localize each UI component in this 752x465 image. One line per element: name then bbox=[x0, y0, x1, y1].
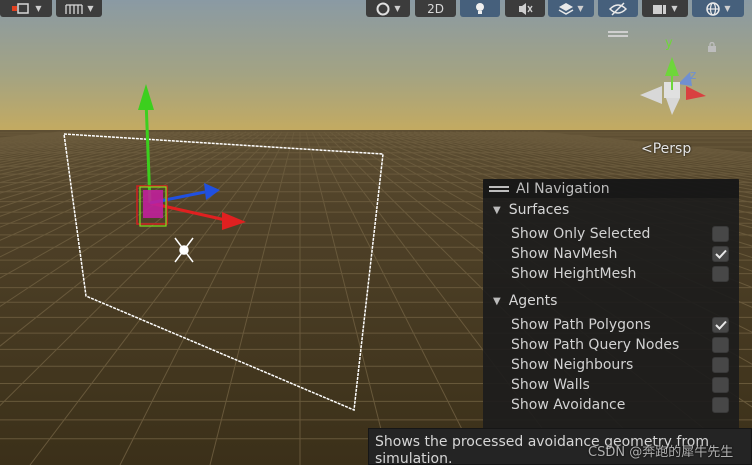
watermark: CSDN @奔跑的犀牛先生 bbox=[588, 445, 734, 460]
option-label: Show Path Polygons bbox=[511, 317, 651, 333]
checkbox[interactable] bbox=[712, 246, 729, 262]
option-show-avoidance[interactable]: Show Avoidance bbox=[511, 395, 731, 415]
checkbox[interactable] bbox=[712, 377, 729, 393]
section-agents: ▼ Agents bbox=[483, 291, 739, 311]
option-label: Show Avoidance bbox=[511, 397, 626, 413]
overlay-header[interactable]: AI Navigation bbox=[483, 179, 739, 198]
hidden-objects-toggle-button[interactable] bbox=[598, 0, 638, 17]
shading-mode-button[interactable]: ▼ bbox=[366, 0, 410, 17]
mode-2d-label: 2D bbox=[427, 1, 444, 16]
gizmos-button[interactable]: ▼ bbox=[692, 0, 744, 17]
option-label: Show HeightMesh bbox=[511, 266, 637, 282]
checkbox[interactable] bbox=[712, 266, 729, 282]
checkbox[interactable] bbox=[712, 226, 729, 242]
magnet-icon bbox=[12, 2, 30, 14]
checkbox[interactable] bbox=[712, 317, 729, 333]
globe-icon bbox=[706, 1, 721, 16]
option-label: Show Neighbours bbox=[511, 357, 634, 373]
checkmark-icon bbox=[714, 249, 727, 259]
option-label: Show NavMesh bbox=[511, 246, 618, 262]
shading-icon bbox=[376, 2, 390, 15]
checkbox[interactable] bbox=[712, 397, 729, 413]
checkbox[interactable] bbox=[712, 357, 729, 373]
triangle-down-icon: ▼ bbox=[493, 295, 501, 307]
effects-button[interactable]: ▼ bbox=[548, 0, 594, 17]
section-header-agents[interactable]: ▼ Agents bbox=[483, 291, 739, 311]
mute-icon bbox=[519, 2, 533, 15]
chevron-down-icon: ▼ bbox=[87, 4, 94, 13]
camera-button[interactable]: ▼ bbox=[642, 0, 688, 17]
audio-toggle-button[interactable] bbox=[505, 0, 545, 17]
lighting-toggle-button[interactable] bbox=[460, 0, 500, 17]
chevron-down-icon: ▼ bbox=[724, 4, 731, 13]
triangle-down-icon: ▼ bbox=[493, 204, 501, 216]
option-label: Show Walls bbox=[511, 377, 590, 393]
option-show-navmesh[interactable]: Show NavMesh bbox=[511, 244, 731, 264]
lock-icon[interactable] bbox=[707, 42, 717, 52]
gizmo-z-label: z bbox=[690, 68, 696, 82]
camera-icon bbox=[653, 4, 667, 14]
overlay-title: AI Navigation bbox=[516, 180, 610, 197]
option-show-only-selected[interactable]: Show Only Selected bbox=[511, 224, 731, 244]
drag-handle-icon[interactable] bbox=[489, 184, 509, 194]
chevron-down-icon: ▼ bbox=[394, 4, 401, 13]
option-show-heightmesh[interactable]: Show HeightMesh bbox=[511, 264, 731, 284]
grid-icon bbox=[65, 3, 84, 14]
eye-off-icon bbox=[609, 1, 627, 16]
option-show-path-query-nodes[interactable]: Show Path Query Nodes bbox=[511, 335, 731, 355]
option-label: Show Path Query Nodes bbox=[511, 337, 680, 353]
mode-2d-button[interactable]: 2D bbox=[415, 0, 456, 17]
chevron-down-icon: ▼ bbox=[35, 4, 42, 13]
section-surfaces: ▼ Surfaces bbox=[483, 200, 739, 220]
gizmo-y-label: y bbox=[665, 36, 673, 51]
checkmark-icon bbox=[714, 320, 727, 330]
option-show-path-polygons[interactable]: Show Path Polygons bbox=[511, 315, 731, 335]
ai-navigation-overlay: AI Navigation ▼ Surfaces Show Only Selec… bbox=[483, 179, 739, 465]
section-title: Surfaces bbox=[508, 202, 570, 218]
lightbulb-icon bbox=[476, 2, 484, 14]
checkbox[interactable] bbox=[712, 337, 729, 353]
chevron-down-icon: ▼ bbox=[577, 4, 584, 13]
grid-button[interactable]: ▼ bbox=[56, 0, 102, 17]
section-title: Agents bbox=[508, 293, 558, 309]
section-header-surfaces[interactable]: ▼ Surfaces bbox=[483, 200, 739, 220]
gizmo-toggle-button[interactable]: ▼ bbox=[0, 0, 52, 17]
projection-toggle[interactable]: <Persp bbox=[641, 141, 691, 157]
chevron-down-icon: ▼ bbox=[671, 4, 678, 13]
option-show-neighbours[interactable]: Show Neighbours bbox=[511, 355, 731, 375]
gizmo-menu-handle[interactable] bbox=[608, 31, 628, 39]
layers-icon bbox=[559, 2, 574, 15]
option-show-walls[interactable]: Show Walls bbox=[511, 375, 731, 395]
option-label: Show Only Selected bbox=[511, 226, 651, 242]
